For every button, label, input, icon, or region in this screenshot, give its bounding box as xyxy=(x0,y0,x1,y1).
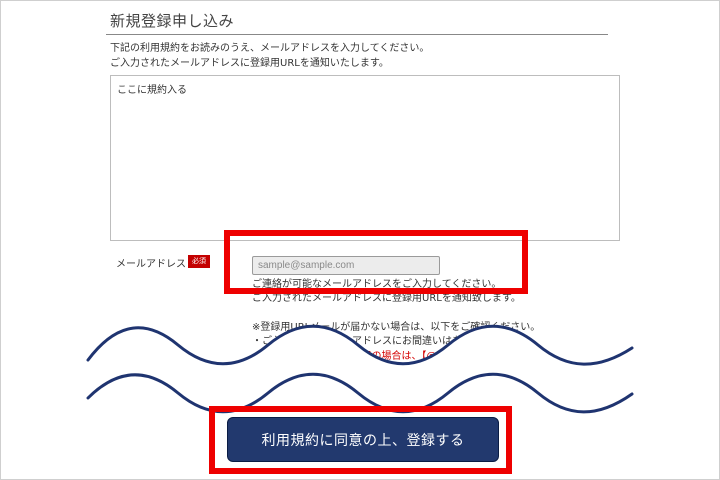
note-line2: ・ご入力されたメールアドレスにお間違いはありませんか。 xyxy=(252,336,522,347)
email-hint-line2: ご入力されたメールアドレスに登録用URLを通知致します。 xyxy=(252,293,521,304)
lead-text-line1: 下記の利用規約をお読みのうえ、メールアドレスを入力してください。 xyxy=(110,43,430,54)
email-label: メールアドレス xyxy=(116,259,186,270)
note-line3: ・キャリアメールをご利用の場合は、【@ 】からのメ xyxy=(252,351,547,362)
note-line4: ールを受信できるよう設定してください。 xyxy=(252,365,452,376)
agree-register-button[interactable]: 利用規約に同意の上、登録する xyxy=(227,417,499,462)
terms-textarea[interactable] xyxy=(110,75,620,241)
email-input[interactable] xyxy=(252,256,440,275)
required-badge: 必須 xyxy=(188,255,210,268)
page-title: 新規登録申し込み xyxy=(110,12,235,30)
email-hint-line1: ご連絡が可能なメールアドレスをご入力してください。 xyxy=(252,279,502,290)
note-line1: ※登録用URLメールが届かない場合は、以下をご確認ください。 xyxy=(252,322,541,333)
title-divider xyxy=(106,34,608,35)
section-divider xyxy=(170,370,600,371)
lead-text-line2: ご入力されたメールアドレスに登録用URLを通知いたします。 xyxy=(110,58,389,69)
